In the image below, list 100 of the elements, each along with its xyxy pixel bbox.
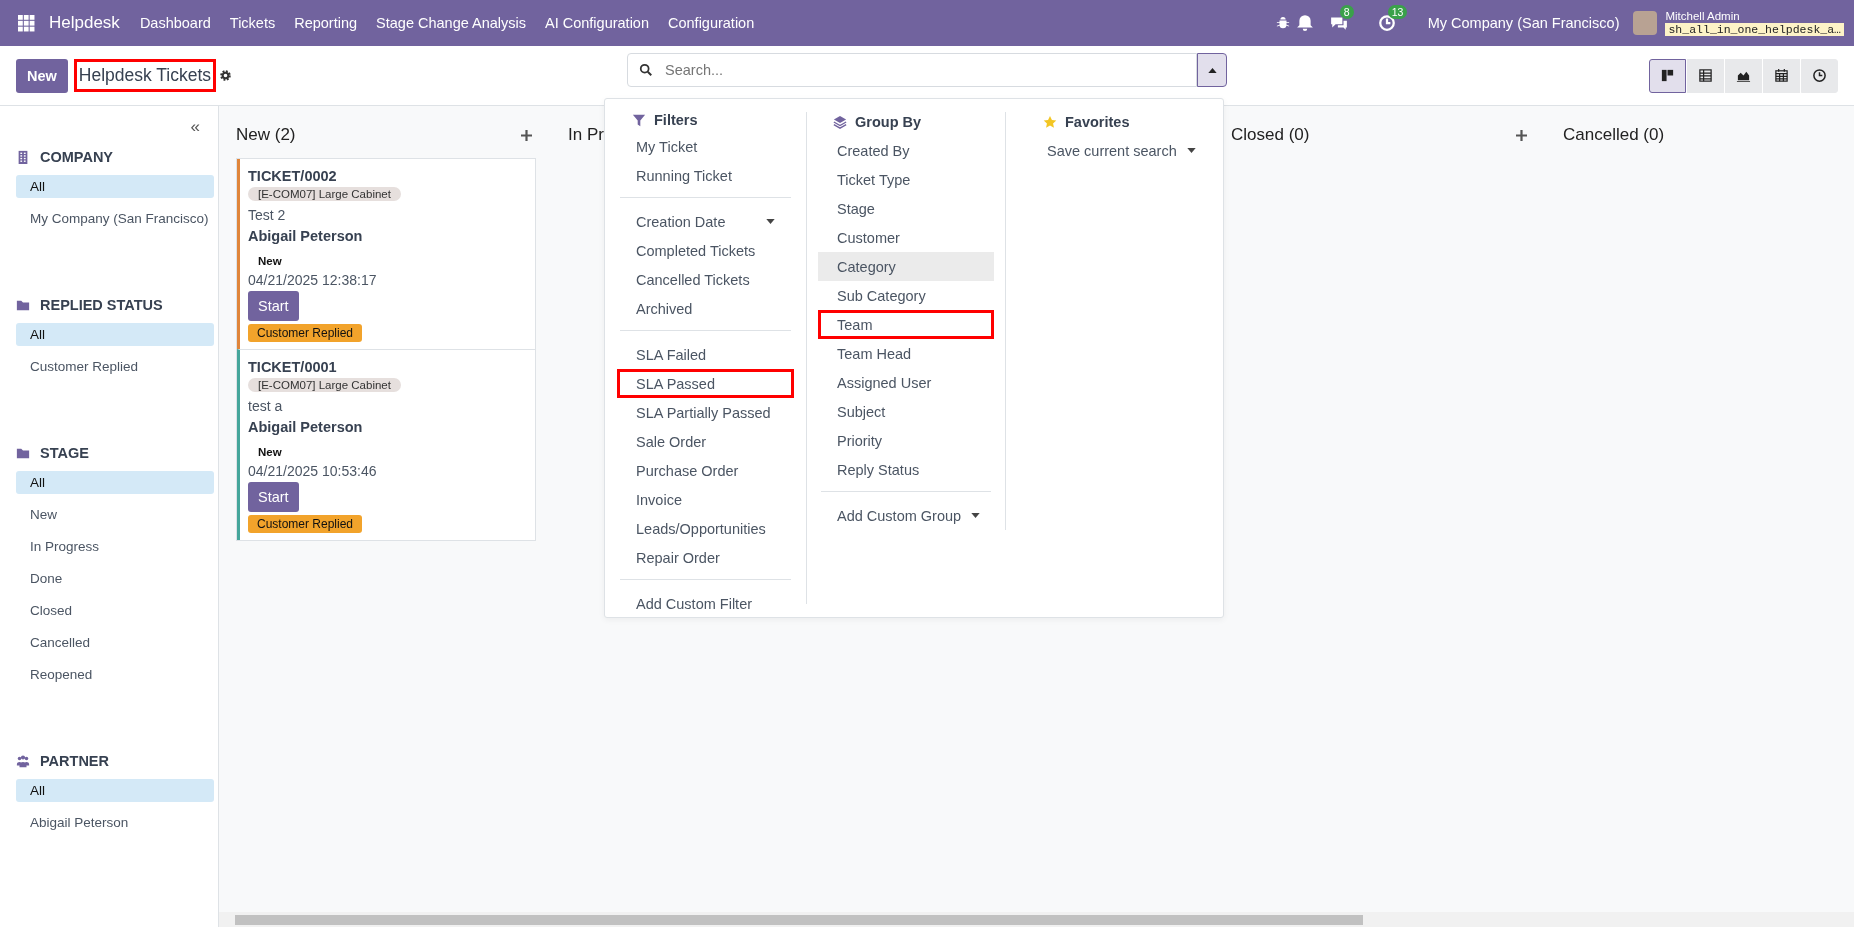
caret-icon: [1186, 148, 1196, 153]
product-tag: [E-COM07] Large Cabinet: [248, 378, 401, 392]
filter-icon: [632, 113, 646, 127]
status-badge: Customer Replied: [248, 515, 363, 533]
app-name[interactable]: Helpdesk: [49, 13, 120, 33]
group-by-option[interactable]: Category: [818, 252, 994, 281]
sidebar-item[interactable]: In Progress: [16, 535, 214, 558]
sidebar-item[interactable]: Customer Replied: [16, 355, 214, 378]
customer-name: Abigail Peterson: [248, 228, 363, 244]
sidebar-item[interactable]: All: [16, 175, 214, 198]
filter-section-title: PARTNER: [40, 753, 109, 769]
sidebar-item[interactable]: All: [16, 471, 214, 494]
group-by-option[interactable]: Team: [818, 310, 994, 339]
bell-icon[interactable]: [1295, 14, 1314, 32]
start-button[interactable]: Start: [248, 482, 299, 512]
ticket-card[interactable]: TICKET/0001 [E-COM07] Large Cabinet test a Abigail Peterson New 04/21/2025 10:53:46 Start Customer Replied: [237, 349, 535, 540]
clock-icon[interactable]: [1377, 14, 1396, 32]
sidebar-item[interactable]: All: [16, 779, 214, 802]
search-options-toggle[interactable]: [1197, 53, 1227, 87]
group-by-option[interactable]: Created By: [818, 136, 994, 165]
group-by-option[interactable]: Team Head: [818, 339, 994, 368]
sidebar-item[interactable]: All: [16, 323, 214, 346]
filter-option[interactable]: Running Ticket: [617, 161, 794, 190]
filter-option[interactable]: Purchase Order: [617, 456, 794, 485]
group-by-option[interactable]: Stage: [818, 194, 994, 223]
add-custom-group-select[interactable]: Add Custom Group: [818, 501, 994, 530]
filter-option[interactable]: Cancelled Tickets: [617, 265, 794, 294]
nav-menu-item[interactable]: Dashboard: [139, 15, 211, 31]
favorites-heading: Favorites: [1065, 114, 1130, 130]
filter-option[interactable]: SLA Failed: [617, 340, 794, 369]
users-icon: [16, 754, 30, 768]
horizontal-scrollbar[interactable]: [219, 912, 1854, 927]
filter-option[interactable]: My Ticket: [617, 132, 794, 161]
nav-menu-item[interactable]: AI Configuration: [545, 15, 649, 31]
save-current-search-option[interactable]: Save current search: [1028, 136, 1215, 165]
group-by-option[interactable]: Assigned User: [818, 368, 994, 397]
stage-label: New: [257, 254, 283, 269]
search-icon: [639, 63, 653, 77]
filter-option[interactable]: Creation Date: [617, 207, 794, 236]
ticket-description: test a: [248, 398, 283, 414]
collapse-sidebar-icon[interactable]: «: [190, 118, 200, 135]
apps-grid-icon[interactable]: [18, 14, 35, 32]
sidebar-item[interactable]: New: [16, 503, 214, 526]
calendar-view-button[interactable]: [1763, 58, 1800, 93]
layers-icon: [833, 115, 847, 129]
activity-view-button[interactable]: [1801, 58, 1838, 93]
product-tag: [E-COM07] Large Cabinet: [248, 187, 401, 201]
filter-option[interactable]: Leads/Opportunities: [617, 514, 794, 543]
activity-count-badge: 13: [1387, 5, 1408, 19]
list-view-button[interactable]: [1687, 58, 1724, 93]
group-by-option[interactable]: Reply Status: [818, 455, 994, 484]
group-by-option[interactable]: Sub Category: [818, 281, 994, 310]
filter-option[interactable]: Add Custom Filter: [617, 589, 794, 618]
sidebar-item[interactable]: Abigail Peterson: [16, 811, 214, 834]
sidebar-item[interactable]: Done: [16, 567, 214, 590]
company-switcher[interactable]: My Company (San Francisco): [1427, 15, 1620, 31]
start-button[interactable]: Start: [248, 291, 299, 321]
sidebar-item[interactable]: Reopened: [16, 663, 214, 686]
database-tag: sh_all_in_one_helpdesk_a…: [1665, 23, 1844, 37]
group-by-option[interactable]: Subject: [818, 397, 994, 426]
sidebar-item[interactable]: Cancelled: [16, 631, 214, 654]
sidebar-item[interactable]: My Company (San Francisco): [16, 207, 214, 230]
group-by-option[interactable]: Customer: [818, 223, 994, 252]
filter-option[interactable]: SLA Passed: [617, 369, 794, 398]
column-title: New (2): [236, 125, 296, 145]
add-icon[interactable]: [1516, 129, 1527, 141]
kanban-icon: [1660, 68, 1675, 83]
group-by-heading: Group By: [855, 114, 922, 130]
graph-view-button[interactable]: [1725, 58, 1762, 93]
filter-option[interactable]: SLA Partially Passed: [617, 398, 794, 427]
nav-menu-item[interactable]: Tickets: [229, 15, 276, 31]
filters-heading: Filters: [654, 112, 698, 128]
ticket-description: Test 2: [248, 207, 286, 223]
sidebar-item[interactable]: Closed: [16, 599, 214, 622]
group-by-option[interactable]: Ticket Type: [818, 165, 994, 194]
filter-option[interactable]: Completed Tickets: [617, 236, 794, 265]
caret-icon: [971, 513, 981, 518]
filter-option[interactable]: Invoice: [617, 485, 794, 514]
chat-icon[interactable]: [1329, 14, 1348, 32]
bug-icon[interactable]: [1275, 16, 1290, 30]
user-name[interactable]: Mitchell Admin: [1665, 9, 1844, 23]
filter-option[interactable]: Archived: [617, 294, 794, 323]
building-icon: [16, 150, 30, 164]
nav-menu-item[interactable]: Configuration: [668, 15, 755, 31]
filter-section-title: STAGE: [40, 445, 89, 461]
folder-icon: [16, 446, 30, 460]
calendar-icon: [1774, 68, 1789, 83]
new-button[interactable]: New: [16, 58, 68, 93]
nav-menu-item[interactable]: Reporting: [294, 15, 358, 31]
settings-icon[interactable]: [219, 69, 233, 82]
column-title: Cancelled (0): [1563, 125, 1665, 145]
filter-option[interactable]: Sale Order: [617, 427, 794, 456]
kanban-view-button[interactable]: [1649, 58, 1686, 93]
star-icon: [1043, 115, 1057, 129]
add-icon[interactable]: [521, 129, 532, 141]
group-by-option[interactable]: Priority: [818, 426, 994, 455]
filter-option[interactable]: Repair Order: [617, 543, 794, 572]
search-field[interactable]: Search...: [627, 53, 1197, 87]
nav-menu-item[interactable]: Stage Change Analysis: [376, 15, 526, 31]
folder-icon: [16, 298, 30, 312]
